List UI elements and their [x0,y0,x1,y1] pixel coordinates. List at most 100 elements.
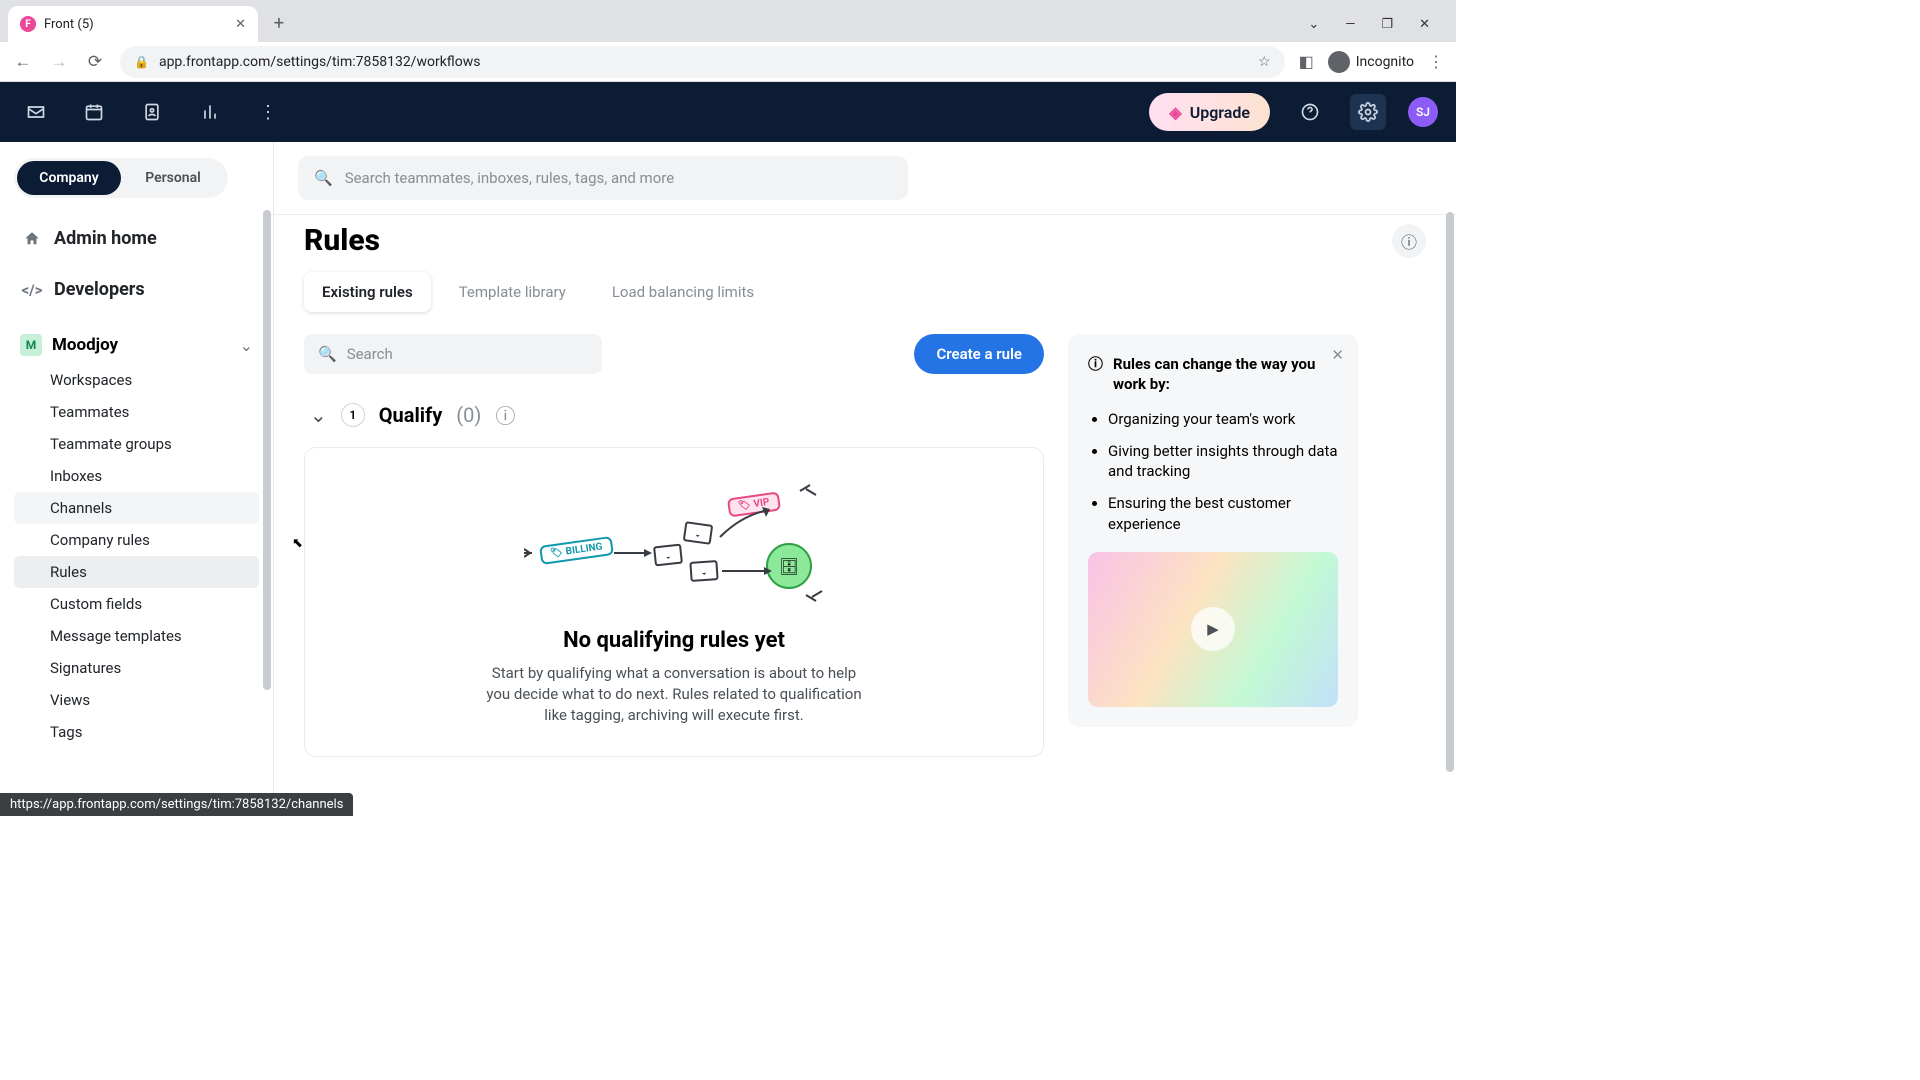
main-scrollbar[interactable] [1446,212,1454,772]
sidebar-item-custom-fields[interactable]: Custom fields [14,588,259,620]
analytics-icon[interactable] [192,94,228,130]
panel-title: Rules can change the way you work by: [1113,354,1338,395]
org-badge: M [20,334,42,356]
incognito-label: Incognito [1356,54,1414,70]
close-icon[interactable]: ✕ [1331,346,1344,364]
panel-bullet: Giving better insights through data and … [1108,441,1338,482]
inbox-icon[interactable] [18,94,54,130]
upgrade-button[interactable]: ◈ Upgrade [1149,93,1270,131]
url-text: app.frontapp.com/settings/tim:7858132/wo… [159,54,481,70]
sidebar-item-message-templates[interactable]: Message templates [14,620,259,652]
app-header: ⋮ ◈ Upgrade SJ [0,82,1456,142]
upgrade-label: Upgrade [1190,103,1250,122]
sidebar-org[interactable]: M Moodjoy ⌄ [14,326,259,364]
avatar[interactable]: SJ [1408,97,1438,127]
page-info-button[interactable]: ⓘ [1392,224,1426,258]
chrome-menu-icon[interactable]: ⋮ [1428,52,1444,71]
browser-chrome: F Front (5) ✕ + ⌄ ― ❐ ✕ ← → ⟳ 🔒 app.fron… [0,0,1456,82]
main: 🔍 Search teammates, inboxes, rules, tags… [274,142,1456,816]
toggle-personal[interactable]: Personal [121,161,225,195]
url-bar: ← → ⟳ 🔒 app.frontapp.com/settings/tim:78… [0,42,1456,82]
forward-icon: → [48,52,70,72]
sidebar-item-teammate-groups[interactable]: Teammate groups [14,428,259,460]
section-count: (0) [456,403,481,427]
sidebar-admin-home[interactable]: Admin home [14,220,259,257]
toggle-company[interactable]: Company [17,161,121,195]
sidebar-item-inboxes[interactable]: Inboxes [14,460,259,492]
close-tab-icon[interactable]: ✕ [235,17,246,32]
tabs: Existing rules Template library Load bal… [304,272,1426,312]
arrows-icon [524,483,824,613]
code-icon: </> [22,281,42,299]
panel-bullet: Ensuring the best customer experience [1108,493,1338,534]
status-bar: https://app.frontapp.com/settings/tim:78… [0,793,353,816]
scope-toggle: Company Personal [14,158,228,198]
sidebar-item-channels[interactable]: Channels [14,492,259,524]
section-header[interactable]: ⌄ 1 Qualify (0) ⓘ [304,400,1044,429]
search-placeholder: Search teammates, inboxes, rules, tags, … [345,169,674,187]
search-icon: 🔍 [318,345,337,363]
lock-icon: 🔒 [134,55,149,69]
sidebar-item-company-rules[interactable]: Company rules [14,524,259,556]
empty-title: No qualifying rules yet [345,628,1003,653]
sidebar-item-tags[interactable]: Tags [14,716,259,748]
window-controls: ⌄ ― ❐ ✕ [1308,17,1448,42]
extensions-icon[interactable]: ◧ [1299,52,1314,71]
incognito-badge: Incognito [1328,51,1414,73]
reload-icon[interactable]: ⟳ [84,52,106,72]
tab-template-library[interactable]: Template library [441,272,584,312]
play-icon: ▶ [1191,607,1235,651]
home-icon [22,230,42,248]
favicon-icon: F [20,16,36,32]
sidebar-label: Admin home [54,228,157,249]
more-icon[interactable]: ⋮ [250,94,286,130]
search-icon: 🔍 [314,169,333,187]
settings-icon[interactable] [1350,94,1386,130]
minimize-icon[interactable]: ― [1345,17,1355,32]
sidebar-item-teammates[interactable]: Teammates [14,396,259,428]
tabs-dropdown-icon[interactable]: ⌄ [1308,17,1319,32]
rules-search[interactable]: 🔍 Search [304,334,602,374]
browser-tab[interactable]: F Front (5) ✕ [8,6,258,42]
global-search[interactable]: 🔍 Search teammates, inboxes, rules, tags… [298,156,908,200]
tab-load-balancing[interactable]: Load balancing limits [594,272,772,312]
info-icon[interactable]: ⓘ [495,400,515,429]
close-window-icon[interactable]: ✕ [1419,17,1430,32]
tab-existing-rules[interactable]: Existing rules [304,272,431,312]
page-title: Rules [304,223,380,258]
section-number: 1 [341,403,365,427]
sidebar-developers[interactable]: </> Developers [14,271,259,308]
chevron-down-icon[interactable]: ⌄ [310,403,327,427]
empty-description: Start by qualifying what a conversation … [484,663,864,726]
maximize-icon[interactable]: ❐ [1381,17,1393,32]
sidebar-item-views[interactable]: Views [14,684,259,716]
section-name: Qualify [379,403,443,427]
tab-bar: F Front (5) ✕ + ⌄ ― ❐ ✕ [0,0,1456,42]
new-tab-button[interactable]: + [264,8,294,38]
sidebar-item-workspaces[interactable]: Workspaces [14,364,259,396]
org-name: Moodjoy [52,335,118,355]
help-icon[interactable] [1292,94,1328,130]
sidebar-item-signatures[interactable]: Signatures [14,652,259,684]
sidebar-label: Developers [54,279,145,300]
chevron-down-icon: ⌄ [240,336,253,355]
empty-state-card: 🏷 BILLING 🏷 VIP 🗄 No qualifying rules ye… [304,447,1044,757]
address-bar[interactable]: 🔒 app.frontapp.com/settings/tim:7858132/… [120,46,1285,78]
contacts-icon[interactable] [134,94,170,130]
illustration: 🏷 BILLING 🏷 VIP 🗄 [345,478,1003,618]
info-panel: ✕ ⓘ Rules can change the way you work by… [1068,334,1358,727]
sidebar: Company Personal Admin home </> Develope… [0,142,274,816]
sidebar-scrollbar[interactable] [263,210,271,690]
bookmark-icon[interactable]: ☆ [1258,54,1271,70]
rules-search-placeholder: Search [347,345,393,363]
info-icon: ⓘ [1088,354,1103,395]
create-rule-button[interactable]: Create a rule [914,334,1044,374]
calendar-icon[interactable] [76,94,112,130]
diamond-icon: ◈ [1169,103,1181,122]
back-icon[interactable]: ← [12,52,34,72]
video-thumbnail[interactable]: ▶ [1088,552,1338,707]
incognito-icon [1328,51,1350,73]
tab-title: Front (5) [44,17,94,32]
sidebar-item-rules[interactable]: Rules [14,556,259,588]
panel-bullet: Organizing your team's work [1108,409,1338,429]
